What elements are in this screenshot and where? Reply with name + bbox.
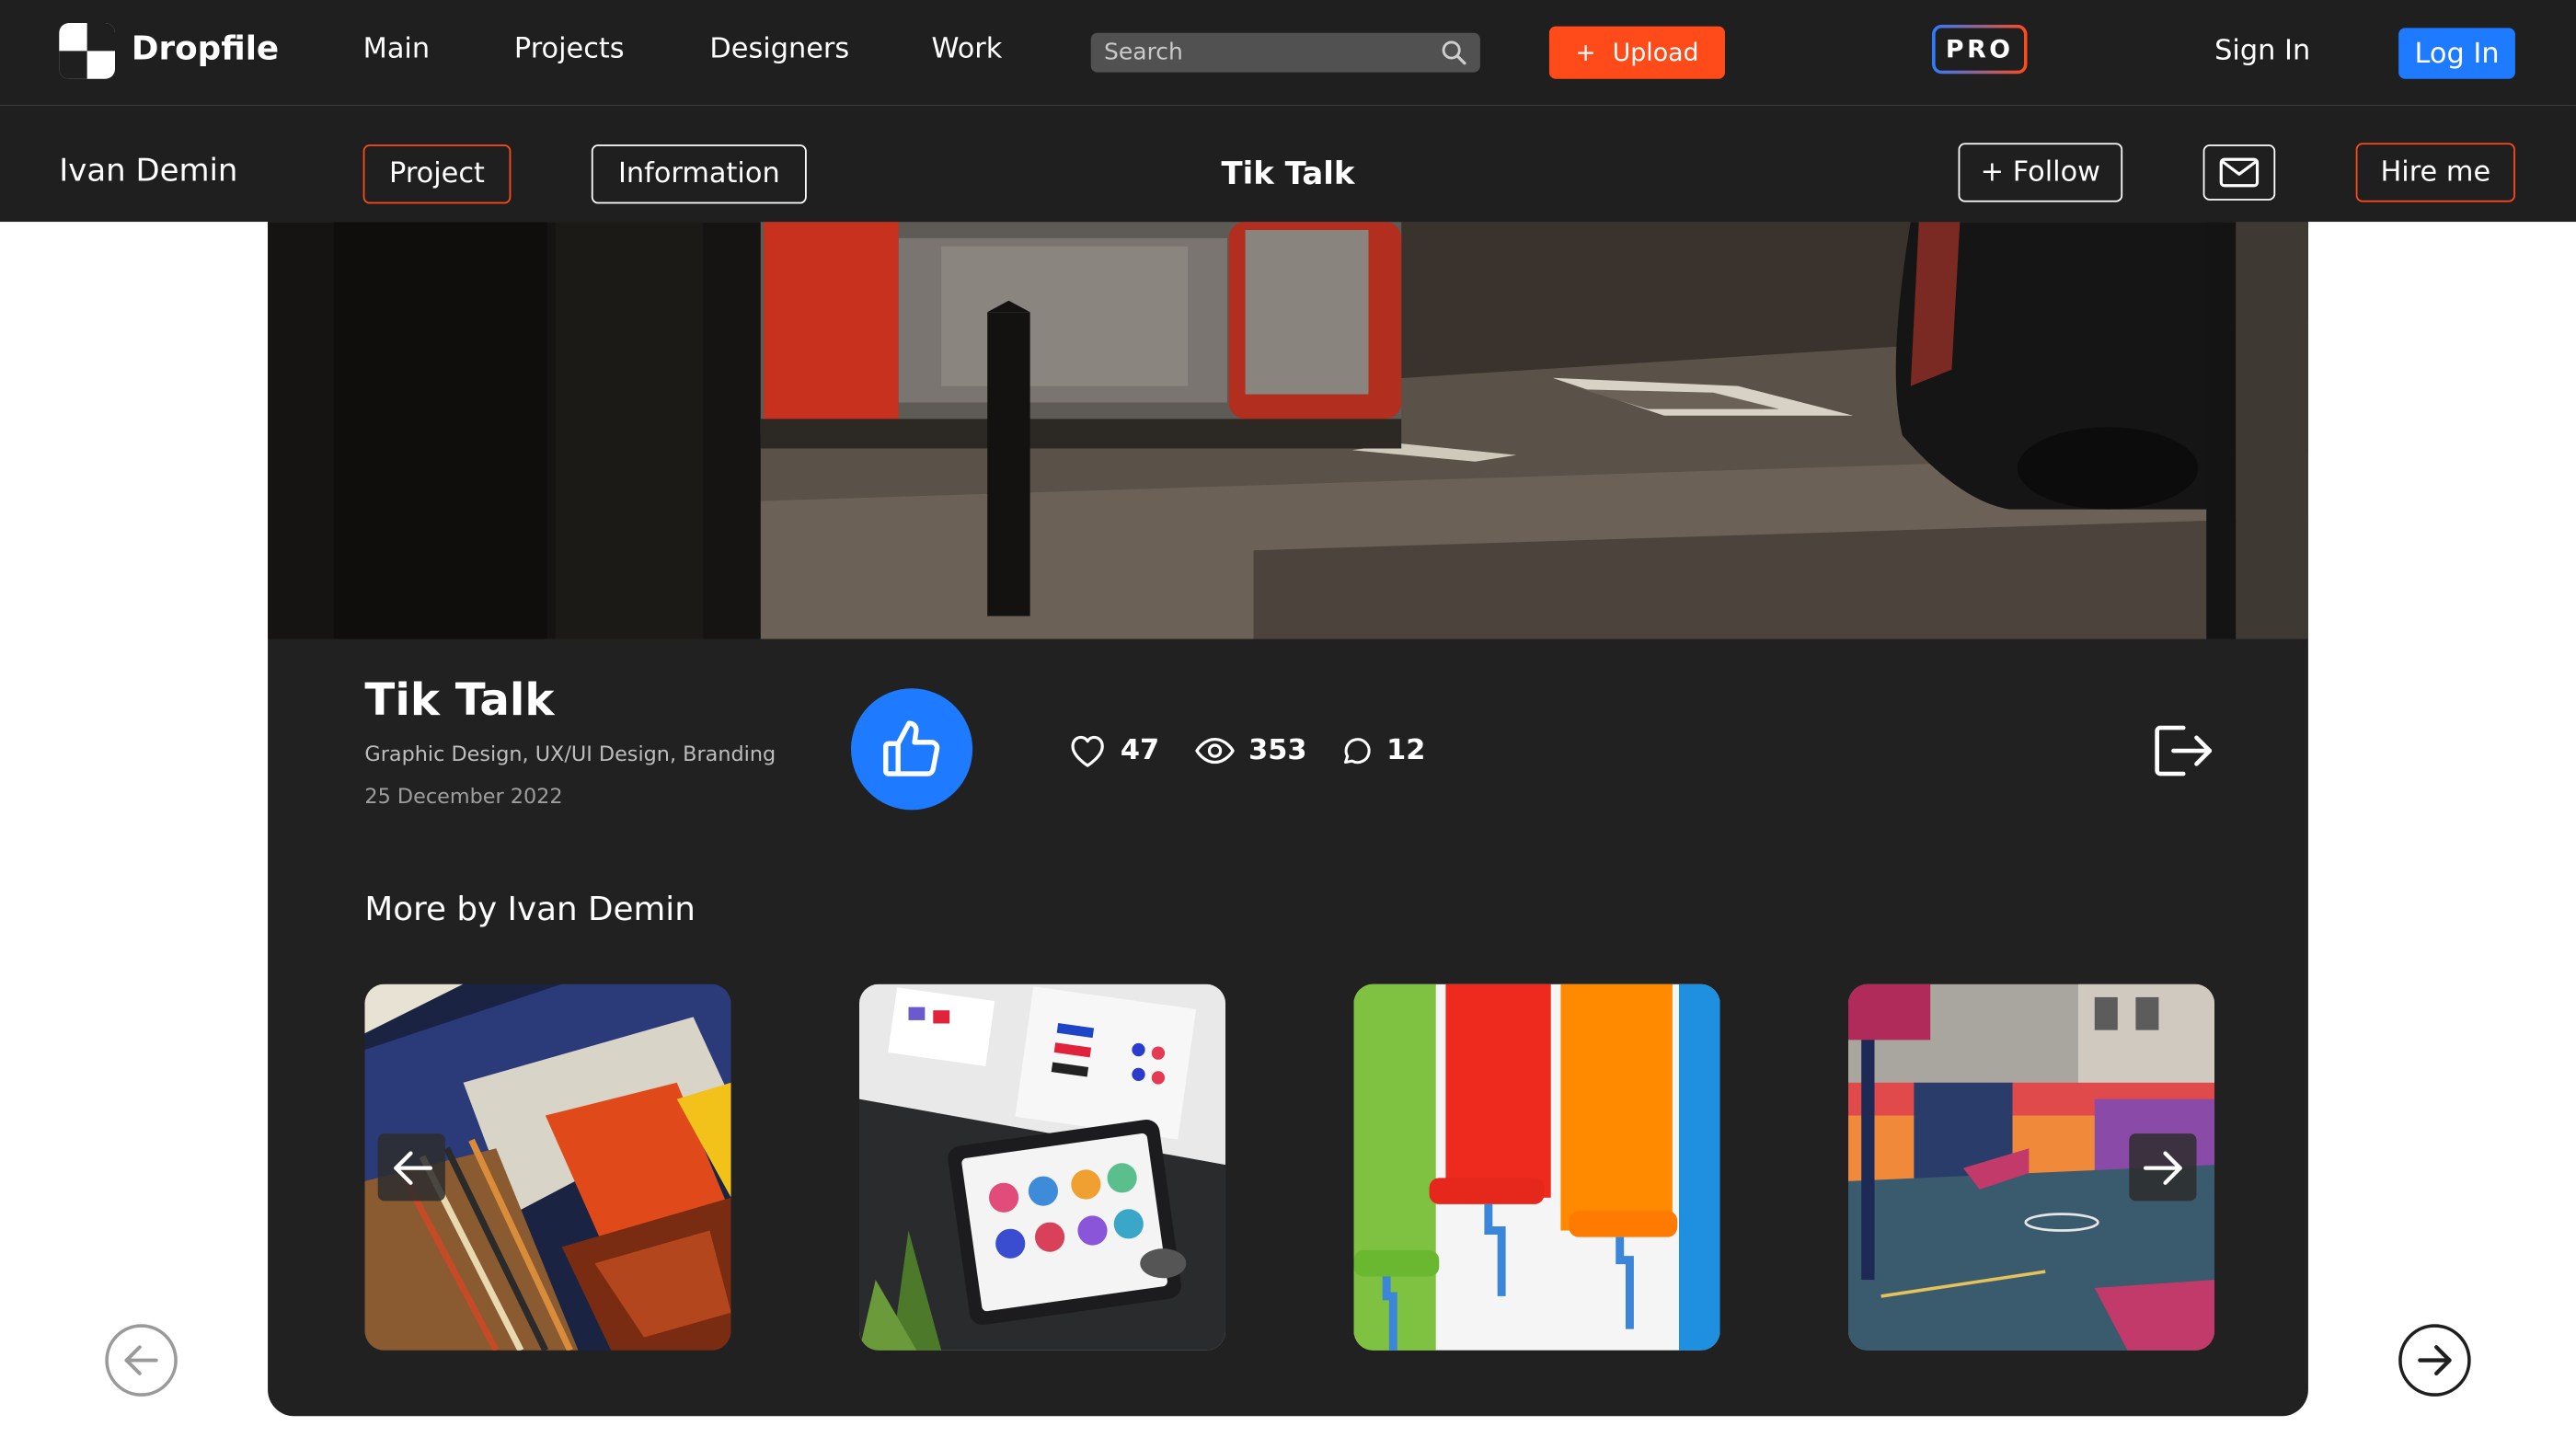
log-in-button[interactable]: Log In [2398,28,2515,79]
carousel-next-button[interactable] [2129,1133,2197,1202]
views-stat: 353 [1194,731,1307,771]
arrow-right-icon [2143,1150,2181,1184]
nav-item-main[interactable]: Main [363,33,430,66]
plus-icon: + [1575,38,1596,68]
comments-stat[interactable]: 12 [1340,731,1425,771]
upload-button[interactable]: + Upload [1548,26,1725,79]
related-project-thumbnail[interactable] [1353,983,1720,1351]
arrow-left-icon [393,1150,432,1184]
previous-project-button[interactable] [105,1324,178,1397]
arrow-right-icon [2418,1345,2452,1375]
message-button[interactable] [2202,144,2276,201]
project-categories: Graphic Design, UX/UI Design, Branding [364,741,776,766]
page-title: Tik Talk [1221,155,1355,192]
carousel-prev-button[interactable] [377,1133,445,1202]
more-by-heading: More by Ivan Demin [364,889,696,928]
likes-stat[interactable]: 47 [1068,731,1159,771]
comment-icon [1343,738,1371,765]
thumbs-up-icon [883,720,940,776]
project-date: 25 December 2022 [364,783,563,809]
project-title: Tik Talk [364,674,555,727]
upload-label: Upload [1612,38,1699,68]
search-input[interactable] [1103,38,1433,68]
arrow-left-icon [124,1345,158,1375]
views-count: 353 [1248,734,1307,767]
nav-item-designers[interactable]: Designers [709,33,849,66]
heart-icon [1071,735,1104,767]
mail-icon [2219,157,2260,188]
dropfile-logo[interactable] [59,22,115,79]
next-project-button[interactable] [2398,1324,2471,1397]
brand-name[interactable]: Dropfile [132,28,279,67]
eye-icon [1195,737,1235,765]
likes-count: 47 [1120,734,1160,767]
project-cover-image [268,222,2308,639]
search-icon[interactable] [1441,40,1467,66]
top-navigation: Dropfile Main Projects Designers Work + … [0,0,2576,106]
comments-count: 12 [1386,734,1426,767]
appreciate-button[interactable] [850,688,973,811]
nav-item-projects[interactable]: Projects [514,33,625,66]
hire-me-button[interactable]: Hire me [2355,143,2515,202]
project-toolbar: Ivan Demin Project Information Tik Talk … [0,105,2576,223]
search-box [1090,32,1480,73]
follow-button[interactable]: + Follow [1958,143,2123,202]
nav-item-work[interactable]: Work [931,33,1002,66]
project-card: Tik Talk Graphic Design, UX/UI Design, B… [268,222,2308,1417]
share-button[interactable] [2150,721,2215,780]
pro-badge[interactable]: PRO [1932,25,2028,75]
related-project-thumbnail[interactable] [858,983,1226,1351]
sign-in-link[interactable]: Sign In [2214,34,2310,67]
share-icon [2155,725,2213,776]
